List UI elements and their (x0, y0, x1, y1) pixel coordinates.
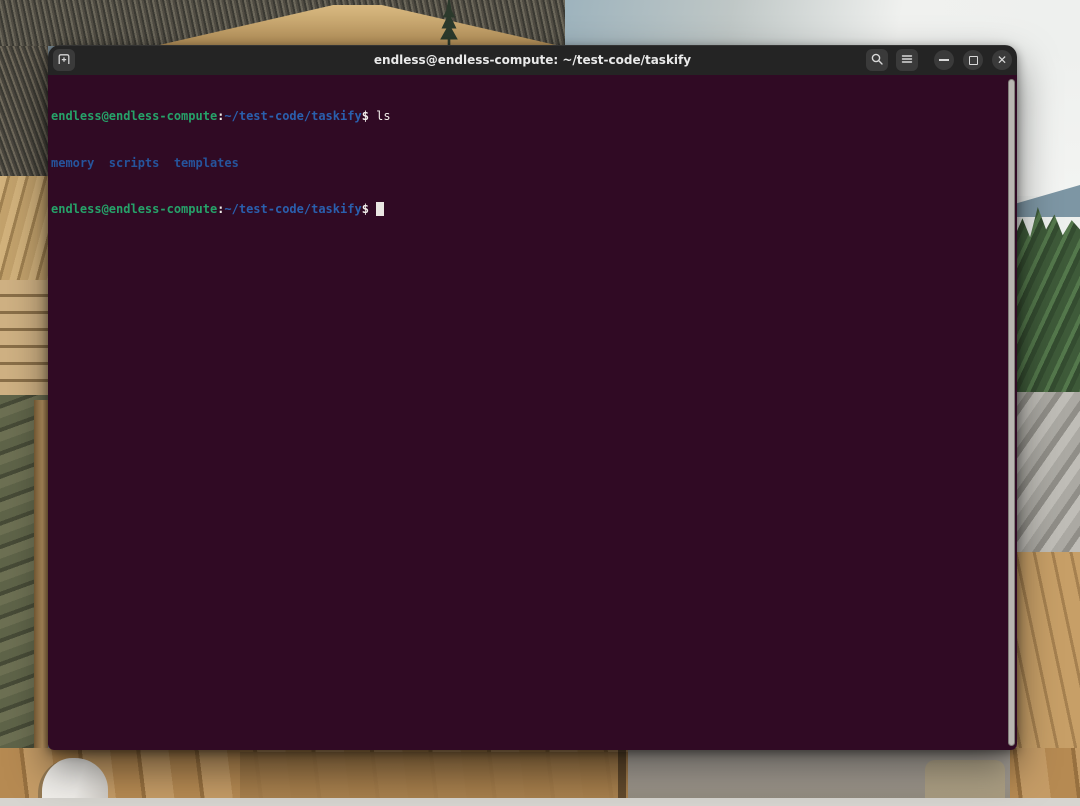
wallpaper-left-twigs (0, 46, 48, 176)
new-tab-button[interactable] (53, 49, 75, 71)
prompt-path: ~/test-code/taskify (224, 109, 361, 123)
wallpaper-floor-edge (0, 798, 1080, 806)
prompt-symbol: $ (362, 109, 376, 123)
terminal-prompt-line: endless@endless-compute:~/test-code/task… (51, 109, 1003, 125)
wallpaper-left-shingles (0, 176, 48, 280)
ls-output-line: memory scripts templates (51, 156, 1003, 172)
wallpaper-right-sky (1016, 46, 1080, 196)
directory-list: memory scripts templates (51, 156, 239, 170)
titlebar[interactable]: endless@endless-compute: ~/test-code/tas… (48, 45, 1017, 75)
menu-icon (900, 51, 914, 70)
terminal-prompt-line: endless@endless-compute:~/test-code/task… (51, 202, 1003, 218)
close-button[interactable]: ✕ (992, 50, 1012, 70)
prompt-symbol: $ (362, 202, 376, 216)
terminal-window: endless@endless-compute: ~/test-code/tas… (48, 45, 1017, 750)
terminal-output: endless@endless-compute:~/test-code/task… (51, 78, 1003, 249)
terminal-scrollbar[interactable] (1008, 79, 1015, 746)
search-button[interactable] (866, 49, 888, 71)
maximize-button[interactable] (963, 50, 983, 70)
minimize-button[interactable] (934, 50, 954, 70)
menu-button[interactable] (896, 49, 918, 71)
wallpaper-scree-rocks (1016, 392, 1080, 554)
new-tab-icon (57, 51, 71, 70)
prompt-user-host: endless@endless-compute (51, 109, 217, 123)
terminal-cursor (376, 202, 384, 216)
minimize-icon (939, 59, 949, 61)
wallpaper-left-post (34, 400, 48, 806)
search-icon (870, 51, 884, 70)
wallpaper-left-planks (0, 280, 48, 395)
typed-command: ls (376, 109, 390, 123)
prompt-path: ~/test-code/taskify (224, 202, 361, 216)
prompt-user-host: endless@endless-compute (51, 202, 217, 216)
close-icon: ✕ (997, 54, 1007, 66)
wallpaper-forest (1016, 207, 1080, 395)
terminal-screen[interactable]: endless@endless-compute:~/test-code/task… (48, 75, 1017, 750)
maximize-icon (969, 56, 978, 65)
